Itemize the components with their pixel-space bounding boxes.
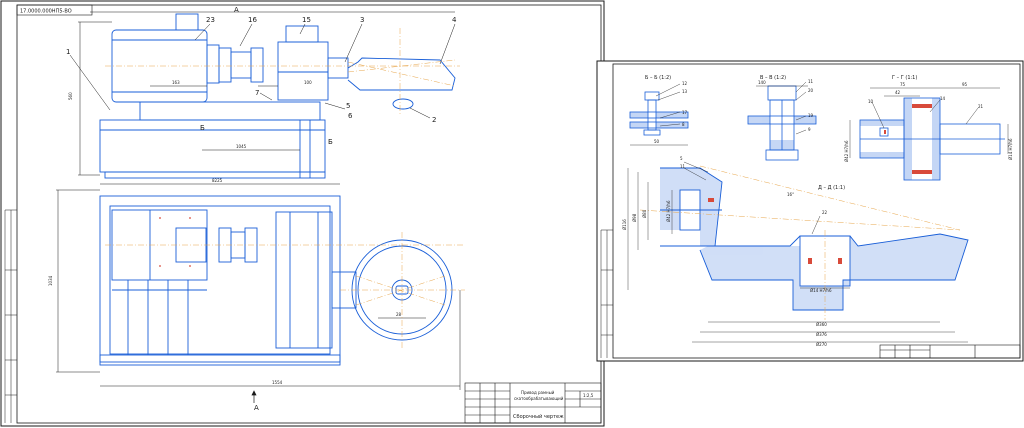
dim-overall-height: 1034	[48, 275, 53, 286]
dim-gg-h: 42	[895, 90, 901, 95]
dim-wheel: 28	[396, 312, 402, 317]
dim-gg-fit2: Ø14 H7/h6	[1008, 138, 1013, 160]
callout-6: 6	[348, 112, 353, 120]
dim-bb-width: 50	[654, 139, 660, 144]
callout-15: 15	[302, 16, 311, 24]
callout-5: 5	[346, 102, 350, 110]
dim-vv-width: 140	[758, 80, 766, 85]
callout-20: 20	[808, 88, 814, 93]
dim-overall-width: 1554	[272, 380, 283, 385]
dim-dd-116: Ø116	[622, 219, 627, 230]
dim-dd-fit: Ø42 H7/h6	[666, 200, 671, 222]
drawing-code: 17.0000.000НП5-ВО	[20, 9, 72, 15]
dim-gg-w: 75	[900, 82, 906, 87]
dim-base-len: 1045	[236, 144, 247, 149]
title-line-1: Привод рамный	[521, 390, 555, 395]
dim-top-width: 8225	[212, 178, 223, 183]
callout-4: 4	[452, 16, 457, 24]
callout-23: 23	[206, 16, 215, 24]
section-dd-title: Д – Д (1:1)	[818, 185, 845, 191]
dim-dd-270: Ø270	[816, 342, 827, 347]
view-label-a-bottom: А	[254, 404, 259, 412]
section-gg-title: Г – Г (1:1)	[892, 75, 917, 81]
drawing-canvas: 17.0000.000НП5-ВО 1 23 16 15 3 4 7 5 6 2…	[0, 0, 1024, 427]
callout-16: 16	[248, 16, 257, 24]
dim-dd-angle: 16°	[787, 192, 794, 197]
dim-height-left: 560	[68, 92, 73, 100]
callout-14: 14	[940, 96, 946, 101]
callout-22: 22	[822, 210, 828, 215]
dim-dd-376: Ø376	[816, 332, 827, 337]
callout-11b: 11	[680, 164, 686, 169]
callout-7: 7	[255, 89, 259, 97]
callout-12: 12	[682, 81, 688, 86]
section-label-b-left: Б	[200, 124, 205, 132]
callout-10: 10	[868, 99, 874, 104]
dim-dd-360: Ø360	[816, 322, 827, 327]
callout-13: 13	[682, 89, 688, 94]
dim-dd-98: Ø98	[632, 213, 637, 222]
dim-shaft-len: 100	[304, 80, 312, 85]
callout-2: 2	[432, 116, 436, 124]
callout-19: 19	[808, 113, 814, 118]
callout-3: 3	[360, 16, 364, 24]
sheet-2-sections: Б – Б (1:2) В – В (1:2) Г – Г (1:1) Д – …	[596, 60, 1024, 362]
dim-dd-fit2: Ø14 H7/h6	[810, 288, 832, 293]
callout-21: 21	[978, 104, 984, 109]
title-line-2: скатообрабатывающий	[514, 396, 564, 401]
title-doc-type: Сборочный чертеж	[513, 413, 564, 420]
dim-gg-w2: 95	[962, 82, 968, 87]
section-bb-title: Б – Б (1:2)	[645, 75, 671, 81]
title-scale: 1:2,5	[583, 393, 594, 398]
callout-1: 1	[66, 48, 70, 56]
section-label-b-right: Б	[328, 138, 333, 146]
callout-17: 17	[682, 110, 688, 115]
callout-11: 11	[808, 79, 814, 84]
dim-motor-gap: 163	[172, 80, 180, 85]
sheet-1-assembly: 17.0000.000НП5-ВО 1 23 16 15 3 4 7 5 6 2…	[0, 0, 605, 427]
dim-dd-80: Ø80	[642, 209, 647, 218]
dim-gg-fit: Ø42 H7/h6	[844, 140, 849, 162]
view-label-a-top: А	[234, 6, 239, 14]
